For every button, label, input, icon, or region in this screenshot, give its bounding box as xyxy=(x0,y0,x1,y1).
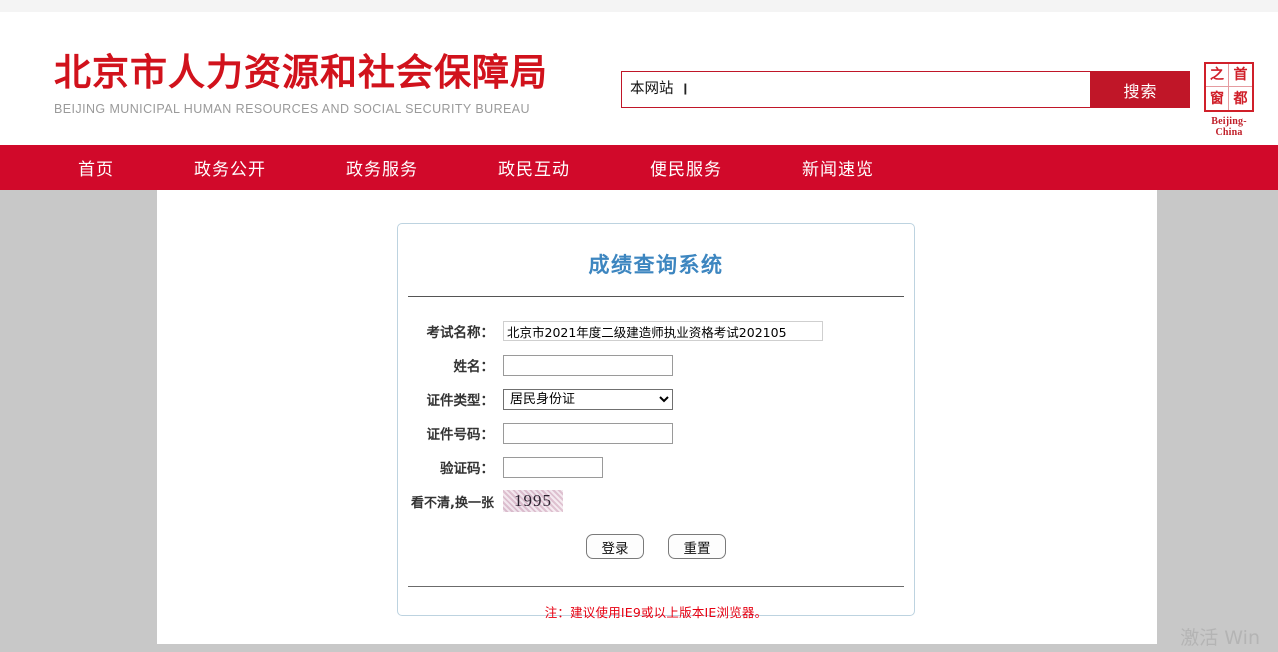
form-row-id-type: 证件类型： 居民身份证 xyxy=(398,387,914,411)
id-number-label: 证件号码： xyxy=(426,427,495,443)
score-query-form: 考试名称： 姓名： 证件类型： 居民身份证 证件号码： xyxy=(398,319,914,559)
brand-title-cn: 北京市人力资源和社会保障局 xyxy=(54,51,548,94)
seal-icon: 之 首 窗 都 xyxy=(1204,62,1254,112)
id-type-select[interactable]: 居民身份证 xyxy=(503,388,673,410)
brand-title-en: BEIJING MUNICIPAL HUMAN RESOURCES AND SO… xyxy=(54,101,530,116)
content-column: 成绩查询系统 考试名称： 姓名： 证件类型： 居民身份证 xyxy=(157,190,1157,644)
page-title: 成绩查询系统 xyxy=(588,253,724,277)
nav-item-news[interactable]: 新闻速览 xyxy=(802,155,874,180)
reset-button[interactable]: 重置 xyxy=(668,534,726,559)
search-box: 本网站 ❙ xyxy=(621,71,1091,108)
name-label: 姓名： xyxy=(453,359,495,375)
search-bar: 本网站 ❙ 搜索 xyxy=(621,71,1190,108)
form-row-captcha: 验证码： xyxy=(398,455,914,479)
exam-name-label: 考试名称： xyxy=(426,325,495,341)
captcha-refresh-link[interactable]: 看不清,换一张 xyxy=(398,492,503,511)
main-navigation: 首页 政务公开 政务服务 政民互动 便民服务 新闻速览 xyxy=(0,145,1278,190)
form-buttons: 登录 重置 xyxy=(398,534,914,559)
captcha-label: 验证码： xyxy=(440,461,494,477)
page-body: 成绩查询系统 考试名称： 姓名： 证件类型： 居民身份证 xyxy=(0,190,1278,649)
captcha-refresh-row: 看不清,换一张 1995 xyxy=(398,489,914,513)
nav-item-gov-service[interactable]: 政务服务 xyxy=(346,155,418,180)
search-scope-select[interactable]: 本网站 xyxy=(622,73,694,106)
nav-item-home[interactable]: 首页 xyxy=(78,155,114,180)
nav-item-convenience[interactable]: 便民服务 xyxy=(650,155,722,180)
seal-char-3: 窗 xyxy=(1206,87,1229,110)
id-number-input[interactable] xyxy=(503,422,673,444)
captcha-input[interactable] xyxy=(503,456,603,478)
score-query-card: 成绩查询系统 考试名称： 姓名： 证件类型： 居民身份证 xyxy=(397,223,915,620)
seal-char-1: 之 xyxy=(1206,64,1229,87)
seal-char-4: 都 xyxy=(1233,90,1248,107)
title-divider xyxy=(408,296,904,297)
nav-item-interaction[interactable]: 政民互动 xyxy=(498,155,570,180)
id-type-label: 证件类型： xyxy=(426,393,495,409)
city-logo-caption: Beijing-China xyxy=(1211,116,1247,138)
beijing-china-logo[interactable]: 之 首 窗 都 Beijing-China xyxy=(1200,62,1258,138)
browser-note: 注：建议使用IE9或以上版本IE浏览器。 xyxy=(544,605,768,620)
captcha-image[interactable]: 1995 xyxy=(503,490,563,512)
form-row-name: 姓名： xyxy=(398,353,914,377)
windows-activation-watermark: 激活 Win xyxy=(1180,627,1260,649)
site-header: 北京市人力资源和社会保障局 BEIJING MUNICIPAL HUMAN RE… xyxy=(0,12,1278,145)
page-root: 北京市人力资源和社会保障局 BEIJING MUNICIPAL HUMAN RE… xyxy=(0,0,1278,652)
login-button[interactable]: 登录 xyxy=(586,534,644,559)
top-strip xyxy=(0,0,1278,12)
name-input[interactable] xyxy=(503,354,673,376)
card-bottom-divider xyxy=(408,586,904,587)
form-row-id-number: 证件号码： xyxy=(398,421,914,445)
form-row-exam-name: 考试名称： xyxy=(398,319,914,343)
search-input[interactable] xyxy=(694,73,1090,106)
seal-char-2: 首 xyxy=(1229,64,1252,87)
site-brand: 北京市人力资源和社会保障局 BEIJING MUNICIPAL HUMAN RE… xyxy=(54,51,548,116)
nav-item-gov-open[interactable]: 政务公开 xyxy=(194,155,266,180)
search-button[interactable]: 搜索 xyxy=(1091,71,1190,108)
exam-name-input[interactable] xyxy=(503,321,823,341)
search-scope-wrapper: 本网站 ❙ xyxy=(622,73,694,106)
